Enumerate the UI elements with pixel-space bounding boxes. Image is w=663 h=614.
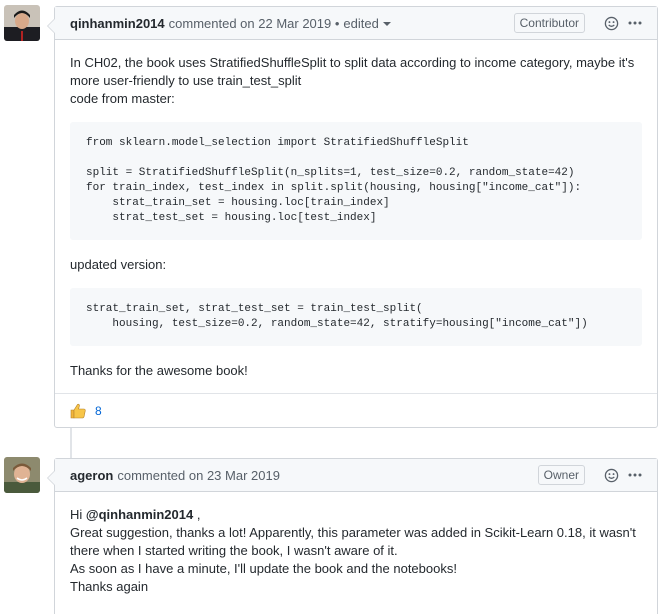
body-text: Hi @qinhanmin2014 , [70,506,642,524]
edited-dropdown[interactable]: edited [343,15,391,31]
thumbs-up-icon [69,402,87,420]
edited-label: edited [343,15,379,31]
add-reaction-smiley-icon[interactable] [603,15,619,31]
comment-timestamp[interactable]: commented on 22 Mar 2019 • [169,16,340,31]
comment-body: Hi @qinhanmin2014 , Great suggestion, th… [55,492,657,610]
reactions-bar: 8 [55,393,657,427]
comment-author[interactable]: ageron [70,468,113,483]
greeting-end: , [196,507,201,522]
body-text: Great suggestion, thanks a lot! Apparent… [70,525,636,540]
comment-header: qinhanmin2014 commented on 22 Mar 2019 •… [55,7,657,40]
more-options-kebab-icon[interactable] [627,467,643,483]
body-text: code from master: [70,91,175,106]
caret-down-icon [382,22,391,27]
comment-body: In CH02, the book uses StratifiedShuffle… [55,40,657,393]
add-reaction-smiley-icon[interactable] [603,467,619,483]
owner-badge: Owner [537,465,585,485]
comment-header: ageron commented on 23 Mar 2019 Owner [55,459,657,492]
body-text: Thanks for the awesome book! [70,363,248,378]
timeline-connector [70,428,72,458]
comment-qinhanmin2014: qinhanmin2014 commented on 22 Mar 2019 •… [47,6,658,428]
contributor-badge: Contributor [513,13,585,33]
body-text: updated version: [70,257,167,272]
code-block-master: from sklearn.model_selection import Stra… [70,122,642,240]
body-text: As soon as I have a minute, I'll update … [70,561,457,576]
comment-ageron: ageron commented on 23 Mar 2019 Owner Hi… [47,458,658,614]
user-mention-link[interactable]: @qinhanmin2014 [86,507,193,522]
body-text: more user-friendly to use train_test_spl… [70,73,302,88]
avatar-ageron[interactable] [4,457,40,493]
body-text: there when I started writing the book, I… [70,543,398,558]
body-text: Thanks again [70,579,149,594]
body-text: In CH02, the book uses StratifiedShuffle… [70,55,635,70]
comment-timestamp[interactable]: commented on 23 Mar 2019 [117,468,280,483]
greeting: Hi [70,507,83,522]
thumbs-up-reaction[interactable]: 8 [69,402,102,420]
code-block-updated: strat_train_set, strat_test_set = train_… [70,288,642,346]
more-options-kebab-icon[interactable] [627,15,643,31]
reaction-count: 8 [95,403,102,418]
avatar-qinhanmin2014[interactable] [4,5,40,41]
comment-author[interactable]: qinhanmin2014 [70,16,165,31]
